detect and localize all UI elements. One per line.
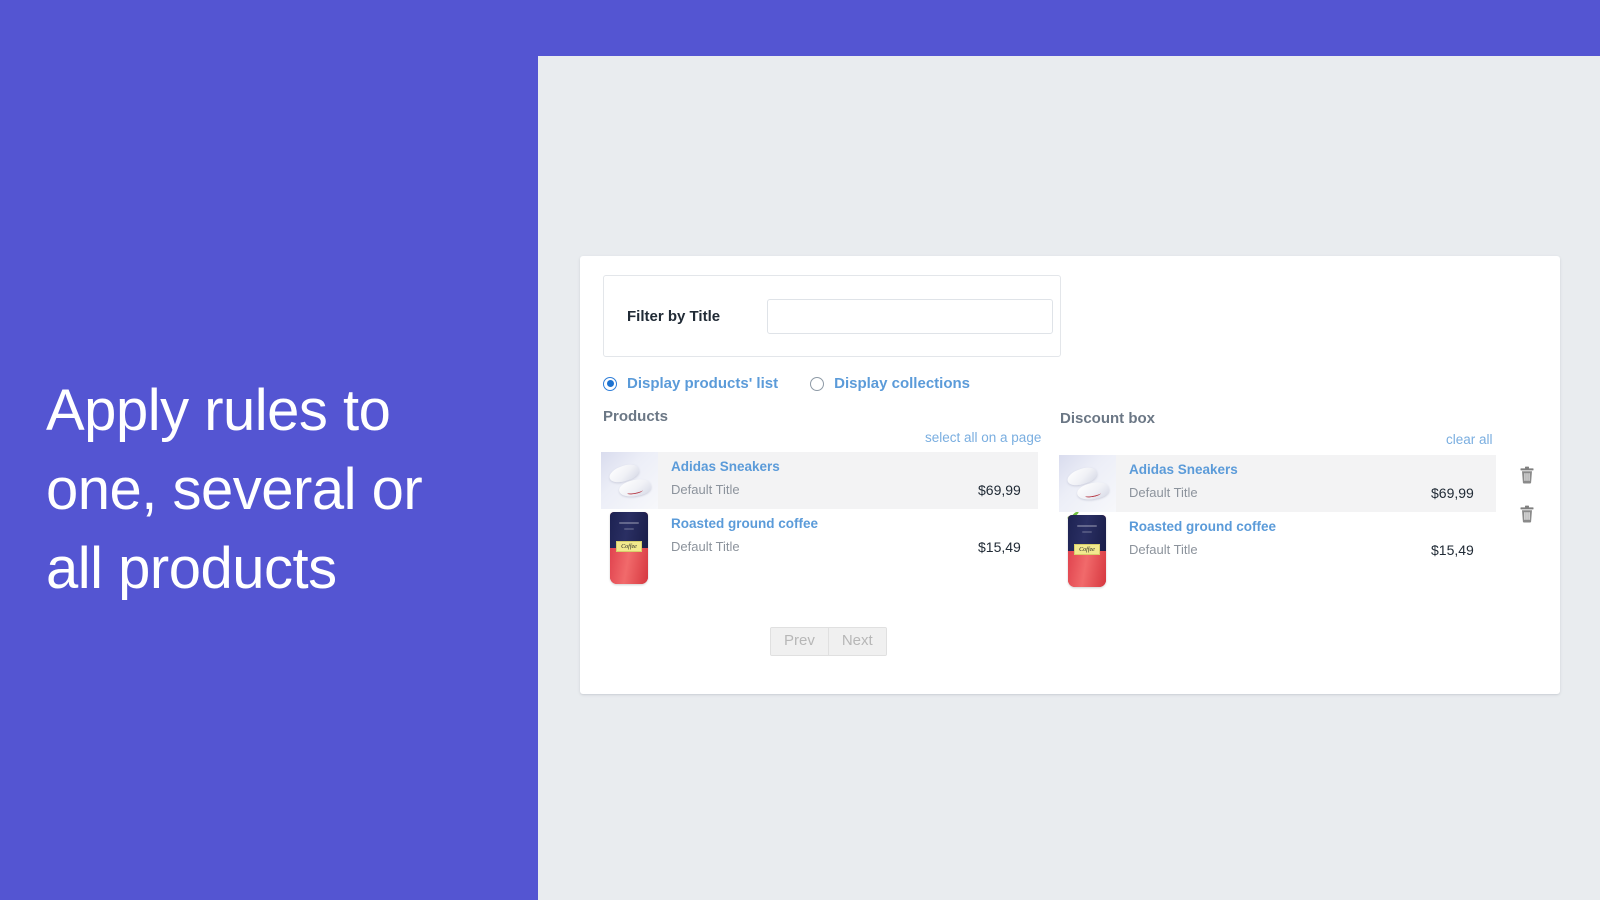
radio-label-collections: Display collections — [834, 375, 970, 392]
products-column-title: Products — [603, 408, 669, 425]
product-info: Roasted ground coffee Default Title $15,… — [1116, 505, 1534, 558]
coffee-bag-image: Coffee — [601, 509, 658, 585]
discount-list-item[interactable]: Adidas Sneakers Default Title $69,99 — [1059, 455, 1534, 512]
next-page-button[interactable]: Next — [827, 628, 886, 655]
product-info: Adidas Sneakers Default Title $69,99 ✔ — [658, 452, 1080, 498]
filter-title-input[interactable] — [767, 298, 1053, 334]
product-thumbnail: Coffee — [601, 509, 658, 584]
screenshot-root: Apply rules to one, several or all produ… — [0, 0, 1600, 900]
coffee-label-text: Coffee — [616, 541, 642, 552]
clear-all-link[interactable]: clear all — [1446, 432, 1493, 447]
product-title-link[interactable]: Roasted ground coffee — [1129, 519, 1276, 534]
coffee-bag-image: Coffee — [1059, 512, 1116, 588]
coffee-label-text: Coffee — [1074, 544, 1100, 555]
product-title-link[interactable]: Adidas Sneakers — [671, 459, 780, 474]
filter-panel: Filter by Title — [603, 275, 1061, 357]
product-price: $69,99 — [1431, 485, 1474, 501]
hero-headline: Apply rules to one, several or all produ… — [46, 378, 423, 601]
trash-icon[interactable] — [1519, 466, 1535, 484]
product-info: Adidas Sneakers Default Title $69,99 — [1116, 455, 1534, 501]
prev-page-button[interactable]: Prev — [771, 628, 828, 655]
products-list: Adidas Sneakers Default Title $69,99 ✔ — [601, 452, 1080, 584]
product-thumbnail — [601, 452, 658, 509]
filter-by-title-label: Filter by Title — [627, 307, 721, 325]
sneakers-image — [1059, 455, 1116, 512]
trash-icon[interactable] — [1519, 505, 1535, 523]
product-info: Roasted ground coffee Default Title $15,… — [658, 509, 1080, 555]
radio-display-products-list[interactable]: Display products' list — [603, 375, 778, 392]
product-price: $15,49 — [978, 539, 1021, 555]
product-price: $15,49 — [1431, 542, 1474, 558]
radio-display-collections[interactable]: Display collections — [810, 375, 970, 392]
display-mode-radio-group: Display products' list Display collectio… — [603, 375, 970, 392]
select-all-on-page-link[interactable]: select all on a page — [925, 430, 1041, 445]
pagination: Prev Next — [770, 627, 887, 656]
product-title-link[interactable]: Roasted ground coffee — [671, 516, 818, 531]
product-list-item[interactable]: Coffee Roasted ground coffee Default Tit… — [601, 509, 1080, 584]
product-price: $69,99 — [978, 482, 1021, 498]
radio-unselected-icon[interactable] — [810, 376, 825, 391]
discount-list-item[interactable]: Coffee Roasted ground coffee Default Tit… — [1059, 505, 1534, 587]
radio-selected-icon[interactable] — [603, 376, 617, 391]
product-thumbnail: Coffee — [1059, 512, 1116, 587]
product-title-link[interactable]: Adidas Sneakers — [1129, 462, 1238, 477]
product-list-item[interactable]: Adidas Sneakers Default Title $69,99 ✔ — [601, 452, 1080, 509]
product-selector-card: Filter by Title Display products' list D… — [580, 256, 1560, 694]
sneakers-image — [601, 452, 658, 509]
radio-label-products-list: Display products' list — [627, 375, 779, 392]
product-thumbnail — [1059, 455, 1116, 512]
discount-box-list: Adidas Sneakers Default Title $69,99 Cof… — [1059, 455, 1534, 587]
discount-box-column-title: Discount box — [1060, 410, 1156, 427]
